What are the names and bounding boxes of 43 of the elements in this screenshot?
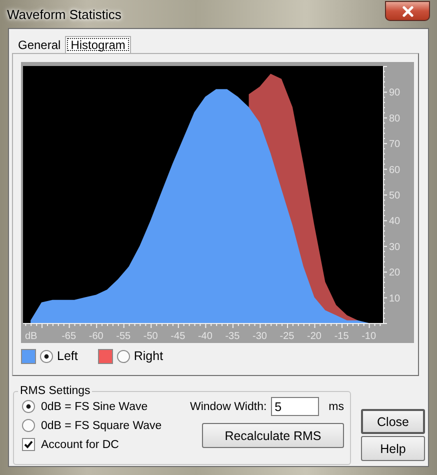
group-title: RMS Settings	[19, 385, 92, 397]
tick-label: 10	[389, 293, 400, 304]
radio-button[interactable]	[116, 350, 130, 362]
tick-label: -65	[62, 331, 76, 342]
checkbox[interactable]	[22, 438, 35, 451]
tick-label: 90	[389, 88, 400, 99]
checkbox-label: Account for DC	[41, 438, 119, 450]
radio-button[interactable]	[22, 419, 35, 432]
dialog-button[interactable]: Close	[361, 409, 425, 434]
tick-label: 80	[389, 113, 400, 124]
close-icon	[402, 6, 414, 16]
tick-label: -25	[280, 331, 294, 342]
window-width-field[interactable]: 5	[270, 397, 319, 416]
tick-label: -15	[334, 331, 349, 342]
radio-button[interactable]	[40, 350, 53, 362]
tick-label: -55	[116, 331, 131, 342]
field-label: Window Width:	[190, 400, 267, 412]
tick-label: 30	[389, 242, 400, 253]
tick-label: -45	[170, 331, 186, 342]
tick-label: -40	[198, 331, 212, 342]
dialog-button[interactable]: Help	[361, 436, 425, 461]
tick-label: -30	[252, 331, 267, 342]
option-label: 0dB = FS Square Wave	[41, 420, 162, 432]
tab[interactable]: Histogram	[64, 36, 132, 53]
tick-label: 60	[389, 164, 400, 176]
unit-label: ms	[328, 400, 344, 412]
tick-label: -20	[307, 331, 322, 342]
channel-label: Right	[134, 349, 164, 363]
close-button[interactable]	[385, 1, 430, 21]
recalculate-button[interactable]: Recalculate RMS	[202, 423, 344, 448]
tick-label: -35	[225, 331, 240, 342]
tick-label: 20	[389, 268, 400, 279]
tick-label: -60	[88, 331, 104, 342]
channel-label: Left	[57, 349, 78, 363]
tick-label: 70	[389, 139, 400, 150]
tick-label: -50	[143, 331, 158, 342]
option-label: 0dB = FS Sine Wave	[41, 400, 148, 412]
tick-label: 50	[389, 190, 400, 202]
axis-label: dB	[25, 331, 38, 342]
radio-button[interactable]	[22, 400, 35, 413]
window-title: Waveform Statistics	[7, 6, 122, 22]
tick-label: -10	[362, 331, 376, 342]
tick-label: 40	[389, 216, 400, 228]
